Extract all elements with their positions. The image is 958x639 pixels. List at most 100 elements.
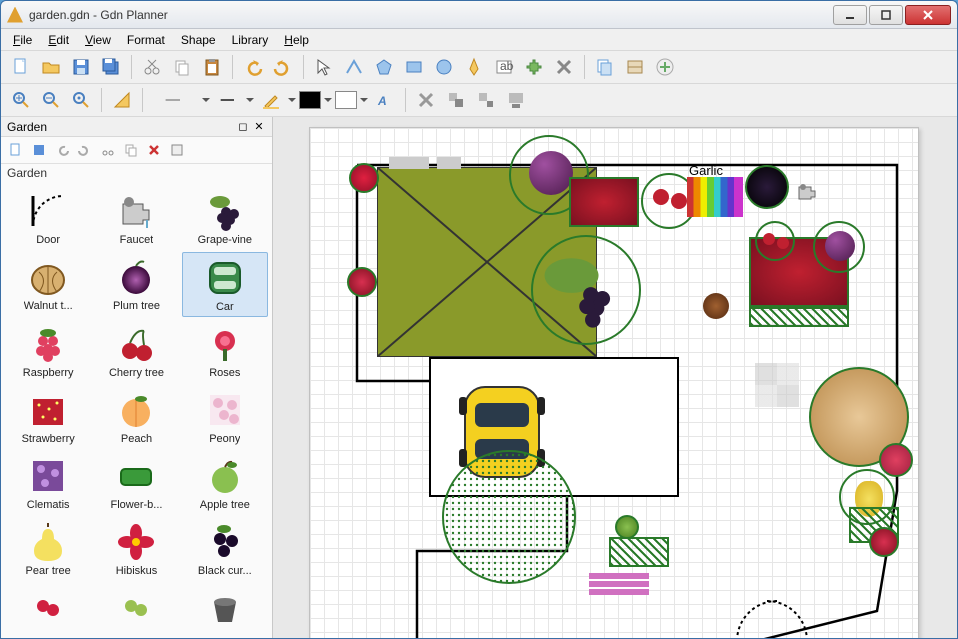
library-item-grape[interactable]: Grape-vine — [182, 186, 268, 250]
plugin-tool[interactable] — [520, 53, 548, 81]
library-item-peach[interactable]: Peach — [93, 385, 179, 449]
apple-tree-shape[interactable] — [615, 515, 639, 539]
panel-cut-button[interactable] — [97, 139, 119, 161]
menu-library[interactable]: Library — [224, 31, 277, 49]
library-item-pot[interactable] — [182, 582, 268, 634]
library-item-door[interactable]: Door — [5, 186, 91, 250]
bg-color-swatch[interactable] — [335, 91, 357, 109]
panel-new-button[interactable] — [5, 139, 27, 161]
paving-2[interactable] — [437, 157, 461, 169]
library-item-faucet[interactable]: Faucet — [93, 186, 179, 250]
panel-save-button[interactable] — [28, 139, 50, 161]
library-item-berry2[interactable] — [93, 582, 179, 634]
pencil-color-button[interactable] — [257, 86, 285, 114]
library-item-pear[interactable]: Pear tree — [5, 517, 91, 581]
library-item-flowerbed[interactable]: Flower-b... — [93, 451, 179, 515]
paving-1[interactable] — [389, 157, 429, 169]
rose-shape-2[interactable] — [869, 527, 899, 557]
panel-copy-button[interactable] — [120, 139, 142, 161]
menu-format[interactable]: Format — [119, 31, 173, 49]
faucet-top[interactable] — [795, 183, 819, 203]
menu-file[interactable]: File — [5, 31, 40, 49]
stump-shape[interactable] — [703, 293, 729, 319]
maximize-button[interactable] — [869, 5, 903, 25]
open-button[interactable] — [37, 53, 65, 81]
grape-vine-shape[interactable] — [531, 235, 641, 345]
paste-button[interactable] — [198, 53, 226, 81]
line-weight-dropdown[interactable] — [245, 86, 255, 114]
panel-undo-button[interactable] — [51, 139, 73, 161]
rect-tool[interactable] — [400, 53, 428, 81]
save-all-button[interactable] — [97, 53, 125, 81]
ellipse-tool[interactable] — [430, 53, 458, 81]
library-item-apple[interactable]: Apple tree — [182, 451, 268, 515]
add-button[interactable] — [651, 53, 679, 81]
arrange-button[interactable] — [502, 86, 530, 114]
strawberry-shape[interactable] — [349, 163, 379, 193]
ungroup-button[interactable] — [472, 86, 500, 114]
flowerbed-3[interactable] — [749, 307, 849, 327]
tools-button[interactable] — [412, 86, 440, 114]
ruler-button[interactable] — [108, 86, 136, 114]
garlic-label[interactable]: Garlic — [689, 163, 723, 178]
clematis-shape[interactable] — [589, 573, 649, 595]
bg-color-dropdown[interactable] — [359, 86, 369, 114]
zoom-reset-button[interactable] — [67, 86, 95, 114]
library-item-raspberry[interactable]: Raspberry — [5, 319, 91, 383]
cut-button[interactable] — [138, 53, 166, 81]
pond-shape[interactable] — [439, 447, 579, 587]
library-item-berry1[interactable] — [5, 582, 91, 634]
library-item-peony[interactable]: Peony — [182, 385, 268, 449]
paving-3[interactable] — [755, 363, 799, 407]
pen-tool[interactable] — [460, 53, 488, 81]
plum-tree-shape-2[interactable] — [813, 221, 865, 273]
font-button[interactable]: A — [371, 86, 399, 114]
redo-button[interactable] — [269, 53, 297, 81]
library-item-cherry[interactable]: Cherry tree — [93, 319, 179, 383]
canvas[interactable]: Garlic — [273, 117, 957, 638]
library-item-plum[interactable]: Plum tree — [93, 252, 179, 318]
panel-float-button[interactable]: ◻ — [236, 120, 250, 134]
pointer-tool[interactable] — [310, 53, 338, 81]
undo-button[interactable] — [239, 53, 267, 81]
layers-button[interactable] — [591, 53, 619, 81]
library-item-hibiscus[interactable]: Hibiskus — [93, 517, 179, 581]
cherry-tree-shape-2[interactable] — [755, 221, 795, 261]
rose-shape[interactable] — [347, 267, 377, 297]
fill-color-dropdown[interactable] — [323, 86, 333, 114]
strawberry-bed-1[interactable] — [569, 177, 639, 227]
library-item-clematis[interactable]: Clematis — [5, 451, 91, 515]
save-button[interactable] — [67, 53, 95, 81]
group-button[interactable] — [442, 86, 470, 114]
zoom-out-button[interactable] — [37, 86, 65, 114]
menu-shape[interactable]: Shape — [173, 31, 224, 49]
library-item-car[interactable]: Car — [182, 252, 268, 318]
new-button[interactable] — [7, 53, 35, 81]
library-item-walnut[interactable]: Walnut t... — [5, 252, 91, 318]
blackcurrant-shape[interactable] — [745, 165, 789, 209]
line-style-button[interactable] — [149, 86, 199, 114]
flowerbed-1[interactable] — [609, 537, 669, 567]
panel-redo-button[interactable] — [74, 139, 96, 161]
zoom-in-button[interactable] — [7, 86, 35, 114]
raspberry-shape[interactable] — [879, 443, 913, 477]
pencil-color-dropdown[interactable] — [287, 86, 297, 114]
text-tool[interactable]: abc — [490, 53, 518, 81]
menu-edit[interactable]: Edit — [40, 31, 77, 49]
menu-help[interactable]: Help — [276, 31, 317, 49]
minimize-button[interactable] — [833, 5, 867, 25]
panel-props-button[interactable] — [166, 139, 188, 161]
line-style-dropdown[interactable] — [201, 86, 211, 114]
menu-view[interactable]: View — [77, 31, 119, 49]
color-chart[interactable] — [687, 177, 743, 217]
line-tool[interactable] — [340, 53, 368, 81]
library-item-strawberry[interactable]: Strawberry — [5, 385, 91, 449]
panel-close-button[interactable]: ✕ — [252, 120, 266, 134]
line-weight-button[interactable] — [213, 86, 243, 114]
close-button[interactable] — [905, 5, 951, 25]
library-button[interactable] — [621, 53, 649, 81]
library-item-blackcurrant[interactable]: Black cur... — [182, 517, 268, 581]
polygon-tool[interactable] — [370, 53, 398, 81]
fill-color-swatch[interactable] — [299, 91, 321, 109]
library-item-rose[interactable]: Roses — [182, 319, 268, 383]
